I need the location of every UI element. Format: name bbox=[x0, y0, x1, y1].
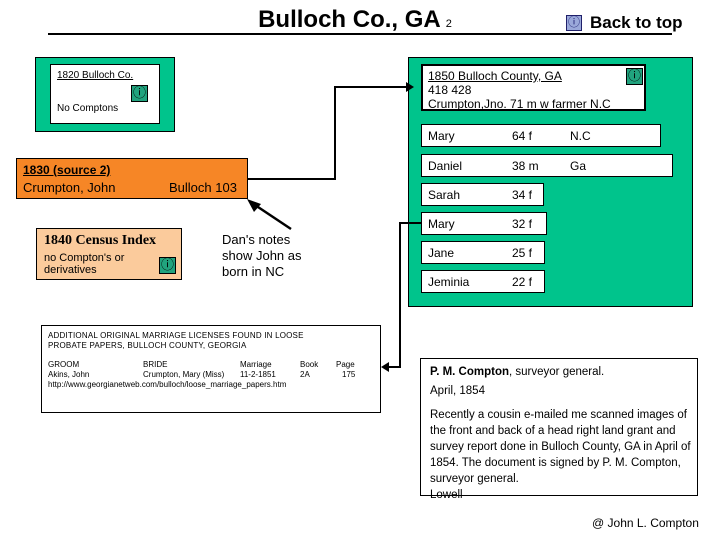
connector-1830-to-1850-segment-v bbox=[334, 86, 336, 180]
marriage-title-line1: ADDITIONAL ORIGINAL MARRIAGE LICENSES FO… bbox=[48, 331, 304, 340]
back-to-top-link[interactable]: Back to top bbox=[566, 13, 683, 33]
connector-1830-to-1850-segment-h2 bbox=[334, 86, 408, 88]
dan-notes-line1: Dan's notes bbox=[222, 232, 291, 247]
box-1840-line2: derivatives bbox=[44, 264, 97, 276]
surveyor-heading: P. M. Compton, surveyor general. bbox=[430, 366, 604, 378]
footer-credit: @ John L. Compton bbox=[592, 516, 699, 530]
slide-canvas: Bulloch Co., GA 2 Back to top 1820 Bulloc… bbox=[0, 0, 720, 540]
column-header-bride: BRIDE bbox=[143, 360, 168, 369]
table-row[interactable]: Jane 25 f bbox=[421, 241, 545, 264]
marriage-row-bride: Crumpton, Mary (Miss) bbox=[143, 370, 225, 379]
connector-mary-to-marriage-segment-h2 bbox=[389, 366, 401, 368]
family-name: Mary bbox=[428, 217, 455, 231]
table-row[interactable]: Sarah 34 f bbox=[421, 183, 544, 206]
box-1850-heading: 1850 Bulloch County, GA bbox=[428, 69, 562, 83]
marriage-row-date: 11-2-1851 bbox=[240, 370, 276, 379]
dan-notes-arrow-icon bbox=[247, 199, 292, 231]
marriage-row-page: 175 bbox=[342, 370, 356, 379]
marriage-licenses-box[interactable]: ADDITIONAL ORIGINAL MARRIAGE LICENSES FO… bbox=[41, 325, 381, 413]
marriage-row-book: 2A bbox=[300, 370, 310, 379]
surveyor-title: , surveyor general. bbox=[509, 366, 605, 378]
column-header-marriage: Marriage bbox=[240, 360, 272, 369]
table-row[interactable]: Jeminia 22 f bbox=[421, 270, 545, 293]
connector-mary-to-marriage-segment-h1 bbox=[399, 222, 421, 224]
page-title-text: Bulloch Co., GA bbox=[258, 6, 441, 33]
dan-notes-line3: born in NC bbox=[222, 264, 285, 279]
table-row[interactable]: Mary 64 f N.C bbox=[421, 124, 661, 147]
box-1830-heading: 1830 (source 2) bbox=[23, 163, 111, 177]
surveyor-date: April, 1854 bbox=[430, 385, 485, 397]
connector-arrow-to-1850-icon bbox=[406, 82, 414, 92]
back-to-top-label: Back to top bbox=[590, 13, 683, 32]
title-divider bbox=[48, 33, 672, 35]
box-1840-line1: no Compton's or bbox=[44, 252, 125, 264]
family-age: 22 f bbox=[512, 275, 533, 289]
box-1830-name: Crumpton, John bbox=[23, 180, 116, 195]
table-row[interactable]: Daniel 38 m Ga bbox=[421, 154, 673, 177]
connector-arrow-to-marriage-icon bbox=[381, 362, 389, 372]
record-box-1830[interactable]: 1830 (source 2) Crumpton, John Bulloch 1… bbox=[16, 158, 248, 199]
surveyor-signature: Lowell bbox=[430, 489, 463, 501]
record-box-1850[interactable]: 1850 Bulloch County, GA 418 428 Crumpton… bbox=[421, 64, 646, 111]
dan-notes-line2: show John as bbox=[222, 248, 302, 263]
marriage-row-groom: Akins, John bbox=[48, 370, 90, 379]
record-box-1820[interactable]: 1820 Bulloch Co. No Comptons bbox=[50, 64, 160, 124]
page-title: Bulloch Co., GA 2 bbox=[230, 6, 480, 34]
box-1820-note: No Comptons bbox=[57, 103, 119, 114]
family-name: Mary bbox=[428, 129, 455, 143]
family-age: 32 f bbox=[512, 217, 533, 231]
info-icon bbox=[566, 14, 582, 31]
connector-mary-to-marriage-segment-v bbox=[399, 222, 401, 368]
page-title-superscript: 2 bbox=[445, 18, 452, 30]
box-1820-heading: 1820 Bulloch Co. bbox=[57, 70, 134, 81]
dan-notes-annotation: Dan's notes show John as born in NC bbox=[222, 232, 302, 280]
family-age: 34 f bbox=[512, 188, 533, 202]
family-state: Ga bbox=[570, 159, 587, 173]
info-icon bbox=[626, 67, 643, 85]
record-box-1840[interactable]: 1840 Census Index no Compton's or deriva… bbox=[36, 228, 182, 280]
column-header-book: Book bbox=[300, 360, 319, 369]
connector-1830-to-1850-segment-h1 bbox=[248, 178, 336, 180]
family-state: N.C bbox=[570, 129, 591, 143]
surveyor-name: P. M. Compton bbox=[430, 366, 510, 378]
info-icon bbox=[159, 256, 176, 274]
family-name: Jeminia bbox=[428, 275, 470, 289]
family-name: Sarah bbox=[428, 188, 461, 202]
family-age: 38 m bbox=[512, 159, 539, 173]
column-header-page: Page bbox=[336, 360, 355, 369]
column-header-groom: GROOM bbox=[48, 360, 80, 369]
marriage-source-url[interactable]: http://www.georgianetweb.com/bulloch/loo… bbox=[48, 380, 286, 389]
surveyor-body: Recently a cousin e-mailed me scanned im… bbox=[430, 407, 692, 503]
box-1850-head-of-house: Crumpton,Jno. 71 m w farmer N.C bbox=[428, 97, 611, 111]
info-icon bbox=[131, 84, 148, 102]
table-row[interactable]: Mary 32 f bbox=[421, 212, 547, 235]
family-age: 25 f bbox=[512, 246, 533, 260]
family-age: 64 f bbox=[512, 129, 533, 143]
surveyor-note-box[interactable]: P. M. Compton, surveyor general. April, … bbox=[420, 358, 698, 501]
family-name: Jane bbox=[428, 246, 455, 260]
box-1830-county-page: Bulloch 103 bbox=[169, 180, 237, 195]
box-1840-heading: 1840 Census Index bbox=[44, 233, 157, 248]
box-1850-dwelling-family: 418 428 bbox=[428, 83, 472, 97]
surveyor-body-text: Recently a cousin e-mailed me scanned im… bbox=[430, 409, 691, 485]
marriage-title-line2: PROBATE PAPERS, BULLOCH COUNTY, GEORGIA bbox=[48, 341, 247, 350]
family-name: Daniel bbox=[428, 159, 463, 173]
